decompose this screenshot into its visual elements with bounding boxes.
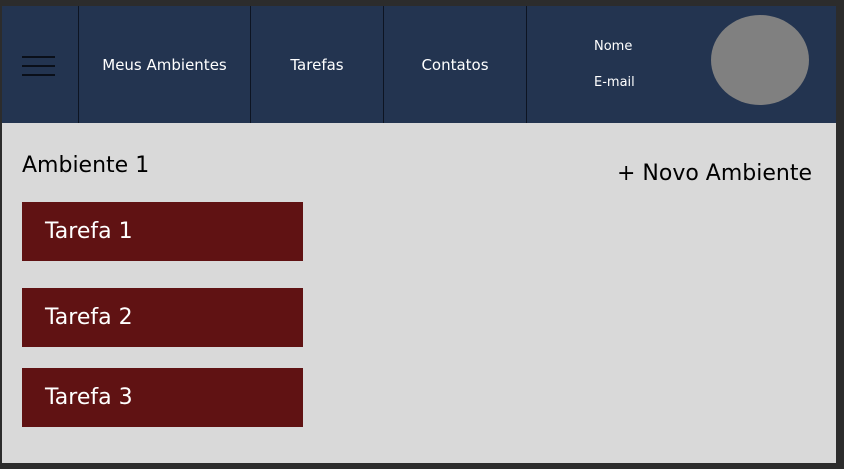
app-frame: Meus Ambientes Tarefas Contatos Nome E-m… — [2, 6, 836, 463]
task-label: Tarefa 1 — [45, 219, 133, 244]
avatar[interactable] — [711, 15, 809, 105]
task-item[interactable]: Tarefa 3 — [22, 368, 303, 427]
page-title: Ambiente 1 — [22, 153, 150, 178]
nav-link-tarefas[interactable]: Tarefas — [251, 6, 383, 123]
user-email: E-mail — [594, 75, 635, 90]
task-item[interactable]: Tarefa 1 — [22, 202, 303, 261]
nav-link-meus-ambientes[interactable]: Meus Ambientes — [79, 6, 250, 123]
new-environment-button[interactable]: + Novo Ambiente — [617, 161, 812, 186]
task-item[interactable]: Tarefa 2 — [22, 288, 303, 347]
task-label: Tarefa 3 — [45, 385, 133, 410]
top-navbar: Meus Ambientes Tarefas Contatos Nome E-m… — [2, 6, 836, 123]
user-name: Nome — [594, 39, 633, 54]
nav-divider — [526, 6, 527, 123]
task-label: Tarefa 2 — [45, 305, 133, 330]
nav-link-contatos[interactable]: Contatos — [384, 6, 526, 123]
hamburger-menu-icon[interactable] — [22, 53, 55, 76]
